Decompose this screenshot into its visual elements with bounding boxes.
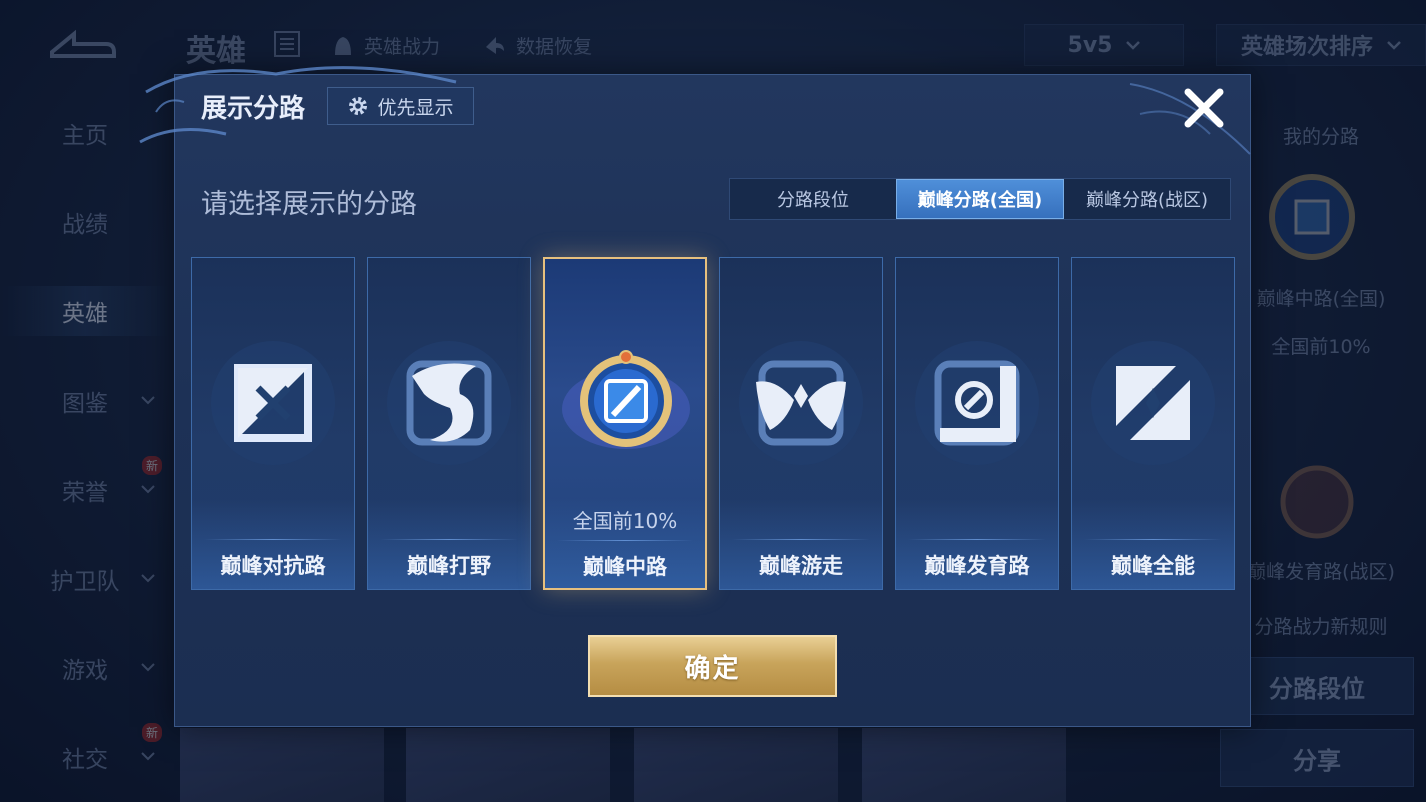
close-icon[interactable]: [1180, 84, 1228, 132]
card-divider: [204, 539, 342, 540]
all-round-icon: [1091, 341, 1215, 465]
clash-lane-icon: [211, 341, 335, 465]
tab-peak-region[interactable]: 巅峰分路(战区): [1064, 179, 1230, 219]
lane-card-farm[interactable]: 巅峰发育路: [895, 257, 1059, 590]
gear-icon: [349, 97, 368, 115]
lane-card-mid[interactable]: 全国前10% 巅峰中路: [543, 257, 707, 590]
card-divider: [1084, 539, 1222, 540]
lane-card-label: 巅峰对抗路: [220, 554, 326, 578]
lane-card-label: 巅峰中路: [583, 555, 667, 579]
mid-lane-emblem-icon: [562, 350, 690, 449]
dialog-title: 展示分路: [201, 94, 306, 124]
roam-icon: [739, 341, 863, 465]
lane-type-tabs: 分路段位 巅峰分路(全国) 巅峰分路(战区): [729, 178, 1231, 220]
card-divider: [908, 539, 1046, 540]
lane-card-label: 巅峰全能: [1111, 554, 1195, 578]
lane-card-label: 巅峰打野: [407, 554, 491, 578]
card-divider: [380, 539, 518, 540]
lane-card-jungle[interactable]: 巅峰打野: [367, 257, 531, 590]
tab-peak-national[interactable]: 巅峰分路(全国): [896, 179, 1064, 219]
farm-lane-icon: [915, 341, 1039, 465]
jungle-icon: [387, 341, 511, 465]
confirm-button[interactable]: 确定: [588, 635, 837, 697]
lane-card-allround[interactable]: 巅峰全能: [1071, 257, 1235, 590]
lane-card-label: 巅峰发育路: [924, 554, 1030, 578]
lane-card-clash[interactable]: 巅峰对抗路: [191, 257, 355, 590]
lane-rank-text: 全国前10%: [572, 509, 678, 533]
dialog-subtitle: 请选择展示的分路: [201, 189, 417, 220]
priority-display-button[interactable]: 优先显示: [327, 87, 474, 125]
card-divider: [557, 540, 693, 541]
tab-lane-rank[interactable]: 分路段位: [730, 179, 896, 219]
card-divider: [732, 539, 870, 540]
lane-card-label: 巅峰游走: [759, 554, 843, 578]
priority-display-label: 优先显示: [377, 96, 454, 119]
lane-card-roam[interactable]: 巅峰游走: [719, 257, 883, 590]
